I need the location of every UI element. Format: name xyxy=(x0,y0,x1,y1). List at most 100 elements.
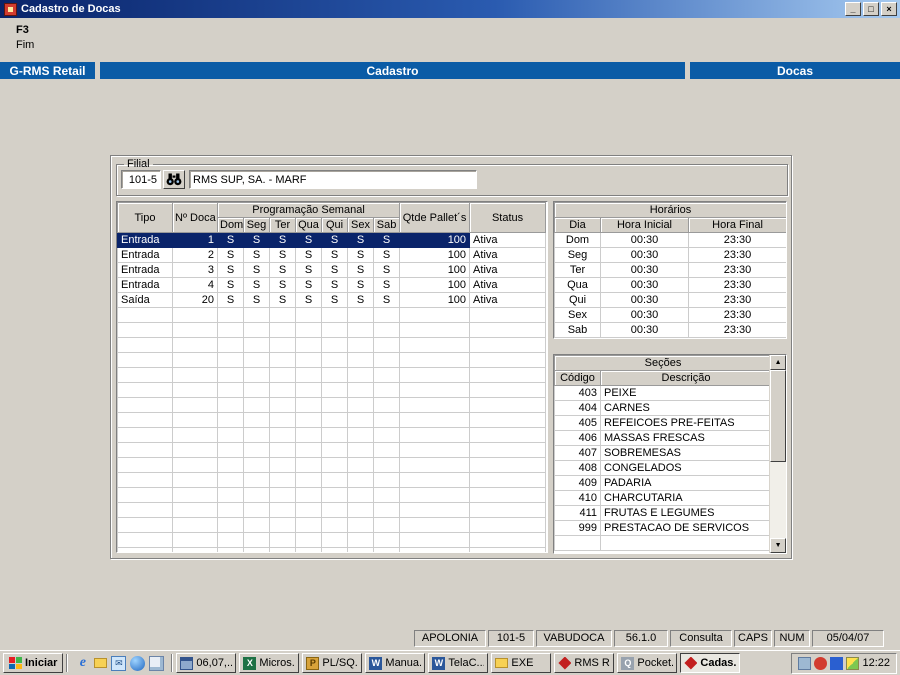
horarios-row[interactable]: Dom 00:30 23:30 xyxy=(554,232,786,248)
horarios-col-header-cell: Hora Final xyxy=(687,217,786,233)
secoes-row[interactable]: 404 CARNES xyxy=(554,400,770,416)
secoes-row[interactable]: 406 MASSAS FRESCAS xyxy=(554,430,770,446)
start-button[interactable]: Iniciar xyxy=(3,653,64,673)
maximize-button[interactable]: □ xyxy=(863,2,879,16)
scroll-down-button[interactable]: ▼ xyxy=(770,538,786,553)
pocket-icon xyxy=(621,656,635,670)
docas-col-programacao: Programação Semanal xyxy=(216,202,401,218)
system-tray: 12:22 xyxy=(791,652,897,674)
statusbar-cell: 05/04/07 xyxy=(812,629,884,647)
horarios-row[interactable]: Sab 00:30 23:30 xyxy=(554,322,786,338)
menu-item-fim[interactable]: Fim xyxy=(16,38,56,53)
menu-area: F3 Fim xyxy=(0,18,900,60)
horarios-col-header-cell: Hora Inicial xyxy=(600,217,689,233)
media-player-icon[interactable] xyxy=(130,655,146,671)
filial-label: Filial xyxy=(127,158,150,170)
taskbar-button[interactable]: 06,07,... xyxy=(176,653,237,673)
app-statusbar: APOLONIA 101-5 VABUDOCA 56.1.0 Consulta CAPS N… xyxy=(0,628,900,648)
statusbar-cell: VABUDOCA xyxy=(536,629,612,647)
folder-icon xyxy=(495,658,509,668)
start-button-label: Iniciar xyxy=(25,657,58,669)
docas-col-status: Status xyxy=(469,202,547,233)
docas-row[interactable]: Entrada 1 S S S S S S S 100 Ativa xyxy=(117,232,547,248)
secoes-row[interactable]: 407 SOBREMESAS xyxy=(554,445,770,461)
taskbar-button[interactable]: PL/SQ... xyxy=(302,653,363,673)
docas-col-qtde: Qtde Pallet´s xyxy=(399,202,471,233)
docas-table: Tipo Nº Doca Programação Semanal Qtde Pa… xyxy=(117,202,547,552)
taskbar-button[interactable]: TelaC... xyxy=(428,653,489,673)
docas-row[interactable]: Saída 20 S S S S S S S 100 Ativa xyxy=(117,292,547,308)
window-controls: _ □ × xyxy=(845,2,897,16)
taskbar-separator xyxy=(66,654,69,672)
secoes-grid-body: Seções Código Descrição 403 PEIXE 404 CARNES… xyxy=(554,355,770,553)
tray-icon-1[interactable] xyxy=(798,656,812,670)
minimize-button[interactable]: _ xyxy=(845,2,861,16)
docas-col-day: Qui xyxy=(321,217,348,233)
secoes-table-body: 403 PEIXE 404 CARNES 405 REFEICOES PRE-FEITAS… xyxy=(554,385,770,551)
taskbar-button[interactable]: Pocket... xyxy=(617,653,678,673)
filial-code-input[interactable] xyxy=(121,170,161,189)
secoes-row[interactable]: 405 REFEICOES PRE-FEITAS xyxy=(554,415,770,431)
filial-search-button[interactable] xyxy=(163,170,185,189)
docas-grid: Tipo Nº Doca Programação Semanal Qtde Pa… xyxy=(116,201,548,553)
outlook-express-icon[interactable] xyxy=(111,655,127,671)
secoes-empty-row xyxy=(554,535,770,551)
taskbar: Iniciar 06,07,...Micros...PL/SQ...Manua.… xyxy=(0,650,900,675)
taskbar-button[interactable]: Manua... xyxy=(365,653,426,673)
taskbar-button[interactable]: EXE xyxy=(491,653,552,673)
docas-empty-row xyxy=(117,457,547,473)
docas-row[interactable]: Entrada 2 S S S S S S S 100 Ativa xyxy=(117,247,547,263)
rms-icon xyxy=(558,656,572,670)
docas-col-day: Ter xyxy=(269,217,296,233)
tray-icon-2[interactable] xyxy=(814,656,828,670)
docas-row[interactable]: Entrada 4 S S S S S S S 100 Ativa xyxy=(117,277,547,293)
window-icon xyxy=(180,656,194,670)
secoes-col-header: Código Descrição xyxy=(554,370,770,386)
docas-empty-row xyxy=(117,367,547,383)
tray-icons xyxy=(798,656,860,670)
horarios-row[interactable]: Seg 00:30 23:30 xyxy=(554,247,786,263)
app-window: Cadastro de Docas _ □ × F3 Fim G-RMS Ret… xyxy=(0,0,900,650)
taskbar-button[interactable]: RMS R... xyxy=(554,653,615,673)
horarios-row[interactable]: Qui 00:30 23:30 xyxy=(554,292,786,308)
menu-item-f3[interactable]: F3 xyxy=(16,23,56,38)
docas-row[interactable]: Entrada 3 S S S S S S S 100 Ativa xyxy=(117,262,547,278)
taskbar-button[interactable]: Cadas... xyxy=(680,653,741,673)
app-icon xyxy=(4,2,17,16)
docas-empty-row xyxy=(117,427,547,443)
plsql-icon xyxy=(306,656,320,670)
secoes-row[interactable]: 409 PADARIA xyxy=(554,475,770,491)
docas-empty-row xyxy=(117,322,547,338)
internet-explorer-icon[interactable] xyxy=(75,656,90,671)
window-title: Cadastro de Docas xyxy=(21,3,121,15)
show-desktop-icon[interactable] xyxy=(149,655,165,671)
scrollbar-track[interactable] xyxy=(770,370,786,538)
folder-icon[interactable] xyxy=(94,658,108,668)
secoes-row[interactable]: 408 CONGELADOS xyxy=(554,460,770,476)
close-button[interactable]: × xyxy=(881,2,897,16)
scroll-up-button[interactable]: ▲ xyxy=(770,355,786,370)
docas-col-day: Seg xyxy=(243,217,270,233)
secoes-row[interactable]: 411 FRUTAS E LEGUMES xyxy=(554,505,770,521)
main-panel: Filial 101-5 RMS SUP, SA. - MARF Tipo Nº… xyxy=(110,155,792,559)
secoes-scrollbar[interactable]: ▲ ▼ xyxy=(769,355,786,553)
secoes-col-header-cell: Descrição xyxy=(599,370,770,386)
tray-icon-4[interactable] xyxy=(846,656,860,670)
secoes-grid: Seções Código Descrição 403 PEIXE 404 CARNES… xyxy=(553,354,787,554)
taskbar-button[interactable]: Micros... xyxy=(239,653,300,673)
horarios-row[interactable]: Sex 00:30 23:30 xyxy=(554,307,786,323)
secoes-row[interactable]: 410 CHARCUTARIA xyxy=(554,490,770,506)
filial-name-field[interactable] xyxy=(189,170,477,189)
horarios-table: Horários Dia Hora Inicial Hora Final Dom 00… xyxy=(554,202,786,338)
statusbar-cell: APOLONIA xyxy=(414,629,486,647)
tray-icon-3[interactable] xyxy=(830,656,844,670)
secoes-row[interactable]: 403 PEIXE xyxy=(554,385,770,401)
horarios-row[interactable]: Qua 00:30 23:30 xyxy=(554,277,786,293)
secoes-row[interactable]: 999 PRESTACAO DE SERVICOS xyxy=(554,520,770,536)
banner-bar: G-RMS Retail Cadastro Docas xyxy=(0,62,900,79)
titlebar[interactable]: Cadastro de Docas _ □ × xyxy=(0,0,900,18)
taskbar-separator xyxy=(171,654,174,672)
horarios-row[interactable]: Ter 00:30 23:30 xyxy=(554,262,786,278)
scrollbar-thumb[interactable] xyxy=(770,370,786,462)
docas-col-tipo: Tipo xyxy=(117,202,173,233)
